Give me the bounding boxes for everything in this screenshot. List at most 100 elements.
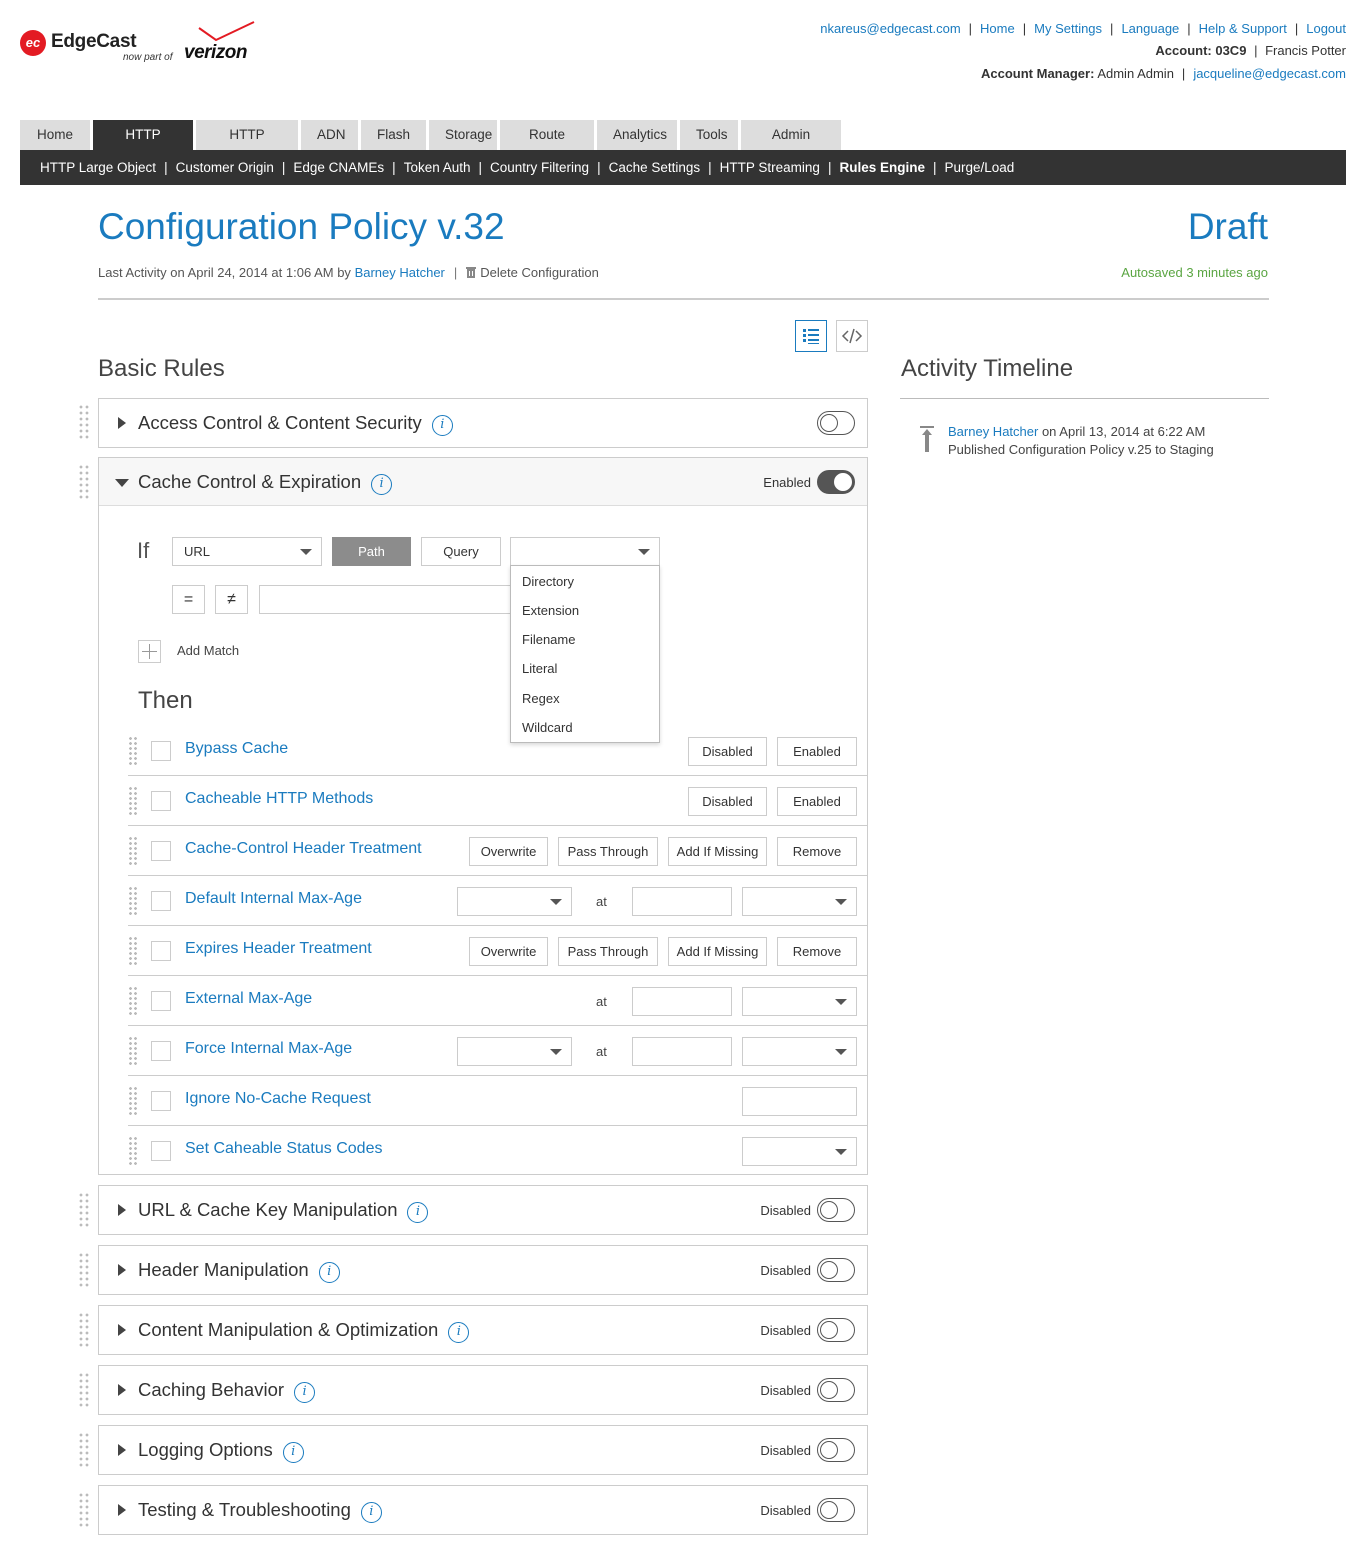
action-checkbox[interactable] xyxy=(151,1141,171,1161)
overwrite-button[interactable]: Overwrite xyxy=(469,937,548,966)
time-unit-select[interactable] xyxy=(742,1037,857,1066)
query-button[interactable]: Query xyxy=(421,537,501,566)
drag-handle-icon[interactable] xyxy=(128,736,138,766)
account-manager-email[interactable]: jacqueline@edgecast.com xyxy=(1193,66,1346,81)
pass-through-button[interactable]: Pass Through xyxy=(558,837,658,866)
action-checkbox[interactable] xyxy=(151,891,171,911)
match-type-select[interactable] xyxy=(510,537,660,566)
action-label[interactable]: Cache-Control Header Treatment xyxy=(185,840,422,858)
action-checkbox[interactable] xyxy=(151,741,171,761)
rule-header[interactable]: Access Control & Content Security i xyxy=(99,399,867,447)
action-checkbox[interactable] xyxy=(151,791,171,811)
drag-handle-icon[interactable] xyxy=(128,1086,138,1116)
drag-handle-icon[interactable] xyxy=(78,404,90,440)
action-label[interactable]: Expires Header Treatment xyxy=(185,940,372,958)
option-directory[interactable]: Directory xyxy=(522,574,574,589)
subnav-cache-settings[interactable]: Cache Settings xyxy=(609,160,701,175)
expand-icon[interactable] xyxy=(118,1444,126,1456)
remove-button[interactable]: Remove xyxy=(777,837,857,866)
remove-button[interactable]: Remove xyxy=(777,937,857,966)
my-settings-link[interactable]: My Settings xyxy=(1034,21,1102,36)
action-label[interactable]: Set Caheable Status Codes xyxy=(185,1140,382,1158)
list-view-button[interactable] xyxy=(795,320,827,352)
expand-icon[interactable] xyxy=(118,417,126,429)
language-link[interactable]: Language xyxy=(1121,21,1179,36)
overwrite-button[interactable]: Overwrite xyxy=(469,837,548,866)
enabled-button[interactable]: Enabled xyxy=(777,787,857,816)
drag-handle-icon[interactable] xyxy=(78,1252,90,1288)
drag-handle-icon[interactable] xyxy=(128,836,138,866)
drag-handle-icon[interactable] xyxy=(128,1136,138,1166)
rule-toggle[interactable] xyxy=(817,1498,855,1522)
action-checkbox[interactable] xyxy=(151,1041,171,1061)
info-icon[interactable]: i xyxy=(318,1262,340,1283)
drag-handle-icon[interactable] xyxy=(128,786,138,816)
rule-header[interactable]: Testing & Troubleshooting i Disabled xyxy=(99,1486,867,1534)
time-unit-select[interactable] xyxy=(742,987,857,1016)
subnav-customer-origin[interactable]: Customer Origin xyxy=(176,160,274,175)
action-label[interactable]: Ignore No-Cache Request xyxy=(185,1090,371,1108)
logout-link[interactable]: Logout xyxy=(1306,21,1346,36)
drag-handle-icon[interactable] xyxy=(78,1432,90,1468)
option-wildcard[interactable]: Wildcard xyxy=(522,720,573,735)
action-label[interactable]: Cacheable HTTP Methods xyxy=(185,790,373,808)
tab-http-large[interactable]: HTTP Large xyxy=(93,120,193,172)
expand-icon[interactable] xyxy=(118,1504,126,1516)
info-icon[interactable]: i xyxy=(294,1382,316,1403)
subnav-country-filtering[interactable]: Country Filtering xyxy=(490,160,589,175)
tab-tools[interactable]: Tools xyxy=(680,120,738,150)
subnav-rules-engine[interactable]: Rules Engine xyxy=(839,160,925,175)
option-regex[interactable]: Regex xyxy=(522,691,560,706)
equals-button[interactable]: = xyxy=(172,585,205,614)
status-codes-select[interactable] xyxy=(742,1137,857,1166)
drag-handle-icon[interactable] xyxy=(128,886,138,916)
tab-home[interactable]: Home xyxy=(20,120,90,150)
max-age-input[interactable] xyxy=(632,1037,732,1066)
max-age-input[interactable] xyxy=(632,987,732,1016)
info-icon[interactable]: i xyxy=(448,1322,470,1343)
add-match-label[interactable]: Add Match xyxy=(177,643,239,658)
option-literal[interactable]: Literal xyxy=(522,661,557,676)
info-icon[interactable]: i xyxy=(407,1202,429,1223)
pass-through-button[interactable]: Pass Through xyxy=(558,937,658,966)
info-icon[interactable]: i xyxy=(282,1442,304,1463)
action-label[interactable]: Force Internal Max-Age xyxy=(185,1040,352,1058)
rule-header[interactable]: Content Manipulation & Optimization i Dis… xyxy=(99,1306,867,1354)
option-extension[interactable]: Extension xyxy=(522,603,579,618)
expand-icon[interactable] xyxy=(118,1204,126,1216)
action-checkbox[interactable] xyxy=(151,991,171,1011)
disabled-button[interactable]: Disabled xyxy=(688,787,767,816)
action-checkbox[interactable] xyxy=(151,941,171,961)
info-icon[interactable]: i xyxy=(431,415,453,436)
info-icon[interactable]: i xyxy=(371,474,393,495)
rule-toggle[interactable] xyxy=(817,411,855,435)
tab-flash[interactable]: Flash xyxy=(361,120,426,150)
drag-handle-icon[interactable] xyxy=(128,986,138,1016)
action-label[interactable]: External Max-Age xyxy=(185,990,312,1008)
code-view-button[interactable] xyxy=(836,320,868,352)
status-code-select[interactable] xyxy=(457,887,572,916)
help-link[interactable]: Help & Support xyxy=(1199,21,1287,36)
last-activity-user-link[interactable]: Barney Hatcher xyxy=(355,265,445,280)
rule-toggle[interactable] xyxy=(817,1318,855,1342)
home-link[interactable]: Home xyxy=(980,21,1015,36)
tab-storage[interactable]: Storage xyxy=(429,120,497,150)
rule-header[interactable]: Cache Control & Expiration i Enabled xyxy=(99,458,867,506)
rule-toggle[interactable] xyxy=(817,1258,855,1282)
action-label[interactable]: Default Internal Max-Age xyxy=(185,890,362,908)
tab-admin[interactable]: Admin xyxy=(741,120,841,150)
match-value-input[interactable] xyxy=(259,585,511,614)
action-checkbox[interactable] xyxy=(151,1091,171,1111)
delete-configuration-button[interactable]: Delete Configuration xyxy=(466,265,599,280)
rule-header[interactable]: Header Manipulation i Disabled xyxy=(99,1246,867,1294)
drag-handle-icon[interactable] xyxy=(78,1312,90,1348)
path-button[interactable]: Path xyxy=(332,537,411,566)
rule-header[interactable]: URL & Cache Key Manipulation i Disabled xyxy=(99,1186,867,1234)
disabled-button[interactable]: Disabled xyxy=(688,737,767,766)
add-if-missing-button[interactable]: Add If Missing xyxy=(668,837,767,866)
rule-header[interactable]: Logging Options i Disabled xyxy=(99,1426,867,1474)
not-equals-button[interactable]: ≠ xyxy=(215,585,248,614)
time-unit-select[interactable] xyxy=(742,887,857,916)
user-email-link[interactable]: nkareus@edgecast.com xyxy=(820,21,960,36)
drag-handle-icon[interactable] xyxy=(78,1492,90,1528)
